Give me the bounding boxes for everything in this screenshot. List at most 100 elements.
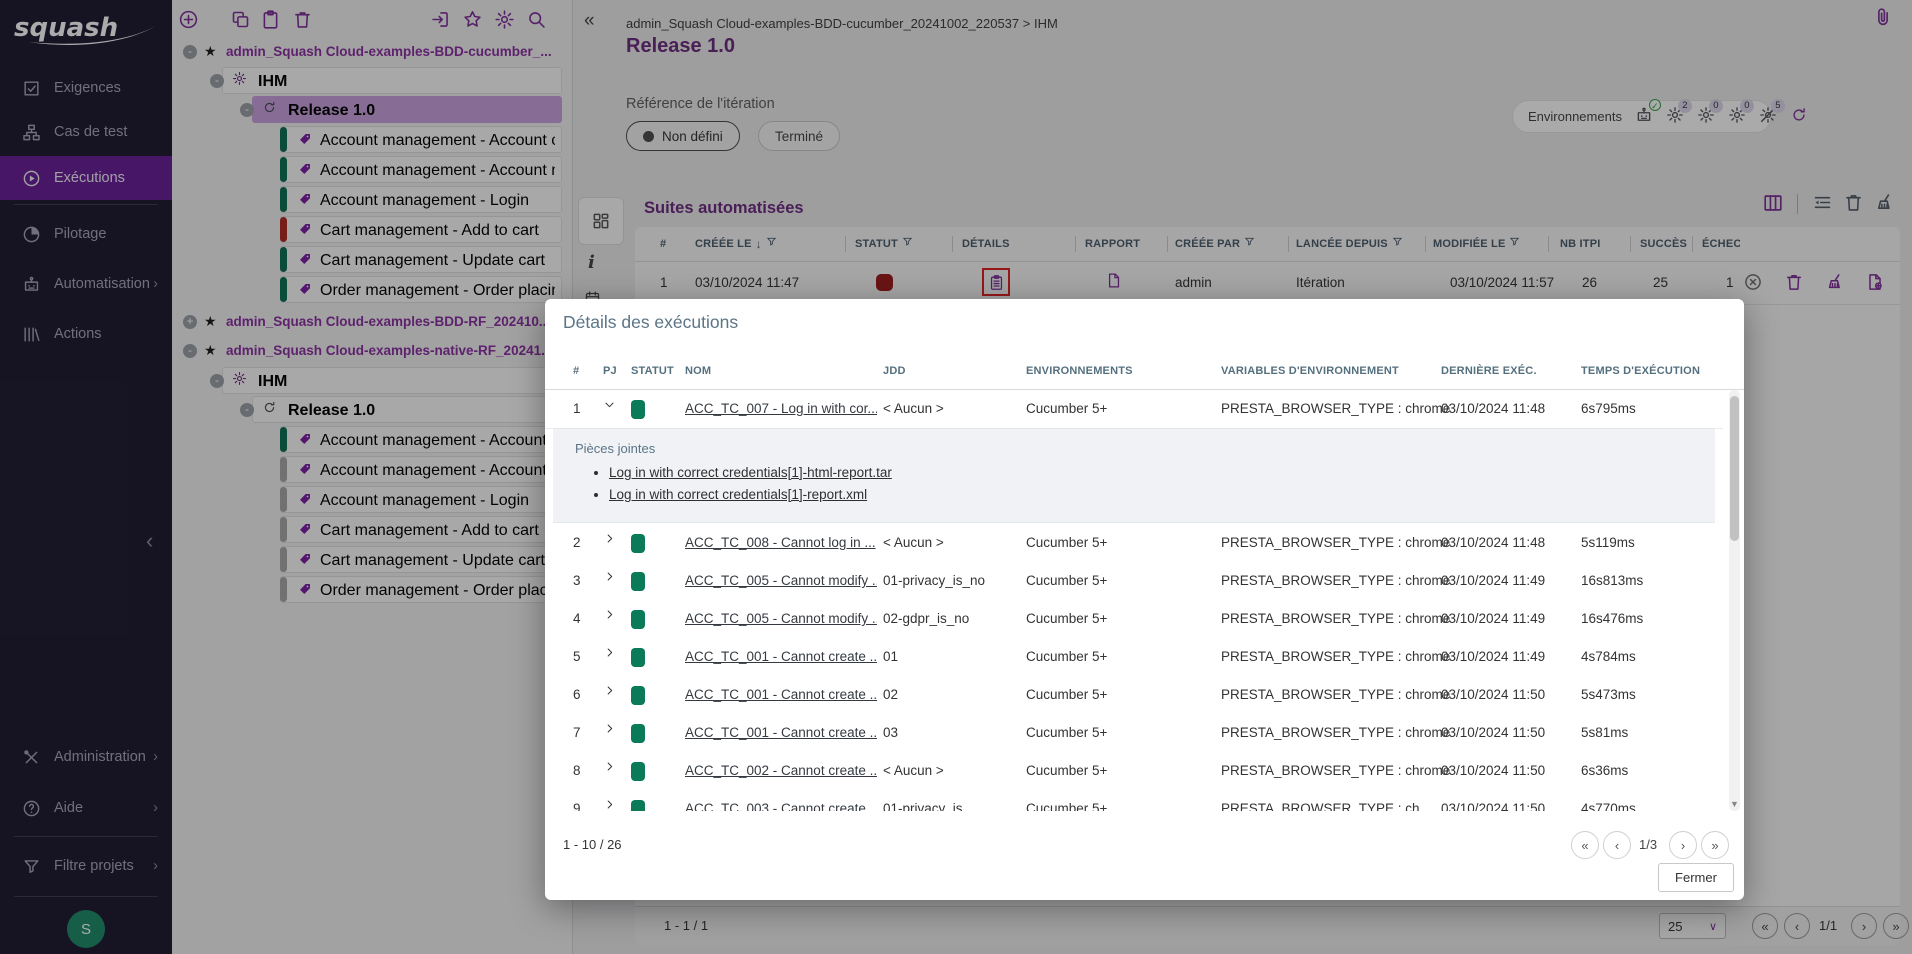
execution-environment: Cucumber 5+ (1026, 390, 1107, 428)
execution-number: 9 (573, 790, 581, 811)
execution-row[interactable]: 4 ACC_TC_005 - Cannot modify ... 02-gdpr… (545, 600, 1723, 639)
execution-name-link[interactable]: ACC_TC_001 - Cannot create ... (685, 676, 877, 714)
execution-status-icon (631, 610, 645, 629)
execution-environment: Cucumber 5+ (1026, 676, 1107, 714)
expander-icon (603, 722, 616, 735)
modal-next-page-button[interactable]: › (1669, 831, 1697, 859)
chevron-right-icon[interactable] (603, 760, 616, 776)
execution-name-link[interactable]: ACC_TC_007 - Log in with cor... (685, 390, 877, 428)
modal-title: Détails des exécutions (563, 312, 738, 333)
expander-icon (603, 398, 616, 411)
chevron-right-icon[interactable] (603, 722, 616, 738)
execution-jdd: 02-gdpr_is_no (883, 600, 969, 638)
chevron-right-icon[interactable] (603, 684, 616, 700)
execution-status-icon (631, 800, 645, 811)
modal-column-header: ENVIRONNEMENTS (1026, 354, 1133, 389)
application-window: squash Exigences Cas de test Exécutions … (0, 0, 1912, 954)
modal-prev-page-button[interactable]: ‹ (1603, 831, 1631, 859)
modal-table-body: 1 ACC_TC_007 - Log in with cor... < Aucu… (545, 390, 1744, 811)
execution-env-variables: PRESTA_BROWSER_TYPE : chrome (1221, 562, 1450, 600)
execution-last-exec: 03/10/2024 11:49 (1441, 562, 1545, 600)
execution-number: 6 (573, 676, 581, 714)
execution-env-variables: PRESTA_BROWSER_TYPE : ch... (1221, 790, 1431, 811)
chevron-right-icon[interactable] (603, 532, 616, 548)
execution-environment: Cucumber 5+ (1026, 600, 1107, 638)
attachments-panel: Pièces jointes Log in with correct crede… (553, 428, 1715, 523)
execution-environment: Cucumber 5+ (1026, 562, 1107, 600)
execution-jdd: 01 (883, 638, 898, 676)
modal-page-indicator: 1/3 (1639, 831, 1657, 859)
modal-first-page-button[interactable]: « (1571, 831, 1599, 859)
execution-jdd: 01-privacy_is_no (883, 562, 985, 600)
execution-status-icon (631, 762, 645, 781)
execution-number: 5 (573, 638, 581, 676)
execution-last-exec: 03/10/2024 11:50 (1441, 676, 1545, 714)
execution-environment: Cucumber 5+ (1026, 524, 1107, 562)
execution-name-link[interactable]: ACC_TC_005 - Cannot modify ... (685, 600, 877, 638)
execution-last-exec: 03/10/2024 11:49 (1441, 638, 1545, 676)
execution-last-exec: 03/10/2024 11:48 (1441, 524, 1545, 562)
modal-column-header: DERNIÈRE EXÉC. (1441, 354, 1537, 389)
execution-time: 5s119ms (1581, 524, 1635, 562)
execution-env-variables: PRESTA_BROWSER_TYPE : chrome (1221, 524, 1450, 562)
execution-env-variables: PRESTA_BROWSER_TYPE : chrome (1221, 676, 1450, 714)
modal-column-header: TEMPS D'EXÉCUTION (1581, 354, 1700, 389)
execution-jdd: < Aucun > (883, 524, 944, 562)
execution-number: 3 (573, 562, 581, 600)
expander-icon (603, 608, 616, 621)
execution-name-link[interactable]: ACC_TC_002 - Cannot create ... (685, 752, 877, 790)
modal-last-page-button[interactable]: » (1701, 831, 1729, 859)
chevron-right-icon[interactable] (603, 798, 616, 811)
execution-last-exec: 03/10/2024 11:50 (1441, 790, 1545, 811)
expander-icon (603, 646, 616, 659)
execution-time: 6s36ms (1581, 752, 1628, 790)
execution-jdd: < Aucun > (883, 752, 944, 790)
attachment-link[interactable]: Log in with correct credentials[1]-html-… (609, 465, 892, 480)
attachment-link[interactable]: Log in with correct credentials[1]-repor… (609, 487, 867, 502)
execution-status-icon (631, 686, 645, 705)
execution-row[interactable]: 8 ACC_TC_002 - Cannot create ... < Aucun… (545, 752, 1723, 791)
modal-scrollbar[interactable]: ▼ (1729, 390, 1740, 811)
chevron-right-icon[interactable] (603, 608, 616, 624)
execution-row[interactable]: 5 ACC_TC_001 - Cannot create ... 01 Cucu… (545, 638, 1723, 677)
execution-name-link[interactable]: ACC_TC_003 - Cannot create ... (685, 790, 877, 811)
chevron-down-icon[interactable] (603, 398, 616, 414)
execution-last-exec: 03/10/2024 11:49 (1441, 600, 1545, 638)
execution-row[interactable]: 9 ACC_TC_003 - Cannot create ... 01-priv… (545, 790, 1723, 811)
execution-jdd: 01-privacy_is... (883, 790, 974, 811)
attachment-item: Log in with correct credentials[1]-html-… (609, 465, 892, 480)
execution-number: 8 (573, 752, 581, 790)
chevron-right-icon[interactable] (603, 646, 616, 662)
execution-env-variables: PRESTA_BROWSER_TYPE : chrome (1221, 600, 1450, 638)
execution-name-link[interactable]: ACC_TC_005 - Cannot modify ... (685, 562, 877, 600)
execution-row[interactable]: 2 ACC_TC_008 - Cannot log in ... < Aucun… (545, 524, 1723, 563)
execution-row[interactable]: 1 ACC_TC_007 - Log in with cor... < Aucu… (545, 390, 1723, 429)
execution-number: 4 (573, 600, 581, 638)
execution-time: 4s784ms (1581, 638, 1636, 676)
execution-time: 16s813ms (1581, 562, 1643, 600)
execution-row[interactable]: 6 ACC_TC_001 - Cannot create ... 02 Cucu… (545, 676, 1723, 715)
modal-column-header: # (573, 354, 579, 389)
execution-row[interactable]: 3 ACC_TC_005 - Cannot modify ... 01-priv… (545, 562, 1723, 601)
execution-time: 6s795ms (1581, 390, 1636, 428)
modal-column-header: NOM (685, 354, 711, 389)
close-button[interactable]: Fermer (1658, 863, 1734, 892)
modal-column-header: JDD (883, 354, 906, 389)
execution-row[interactable]: 7 ACC_TC_001 - Cannot create ... 03 Cucu… (545, 714, 1723, 753)
execution-name-link[interactable]: ACC_TC_001 - Cannot create ... (685, 638, 877, 676)
attachment-item: Log in with correct credentials[1]-repor… (609, 487, 892, 502)
expander-icon (603, 798, 616, 811)
execution-jdd: < Aucun > (883, 390, 944, 428)
modal-column-header: PJ (603, 354, 617, 389)
execution-last-exec: 03/10/2024 11:50 (1441, 752, 1545, 790)
execution-name-link[interactable]: ACC_TC_008 - Cannot log in ... (685, 524, 876, 562)
modal-column-header: STATUT (631, 354, 674, 389)
execution-environment: Cucumber 5+ (1026, 752, 1107, 790)
execution-time: 16s476ms (1581, 600, 1643, 638)
expander-icon (603, 684, 616, 697)
attachments-list: Log in with correct credentials[1]-html-… (595, 465, 892, 509)
chevron-right-icon[interactable] (603, 570, 616, 586)
execution-env-variables: PRESTA_BROWSER_TYPE : chrome (1221, 752, 1450, 790)
execution-name-link[interactable]: ACC_TC_001 - Cannot create ... (685, 714, 877, 752)
execution-status-icon (631, 400, 645, 419)
